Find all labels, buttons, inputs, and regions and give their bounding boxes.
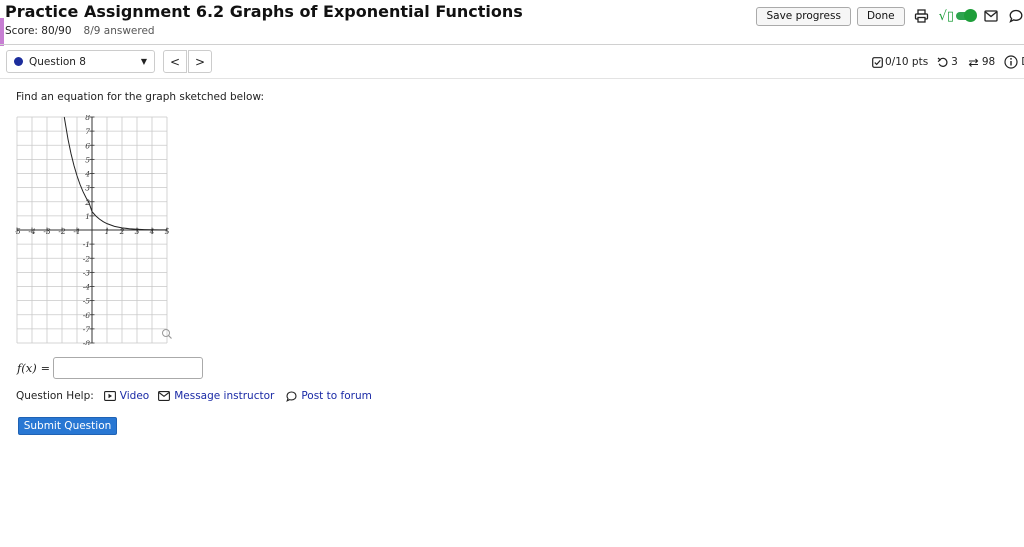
magnify-icon — [162, 329, 170, 337]
question-bar-divider — [0, 78, 1024, 79]
answered-count: 8/9 answered — [83, 25, 155, 37]
checkbox-icon — [872, 56, 883, 68]
video-icon — [103, 391, 116, 401]
submit-question-button[interactable]: Submit Question — [18, 417, 117, 435]
mail-icon[interactable] — [980, 6, 1002, 26]
y-tick-label: 3 — [85, 184, 90, 193]
page-title: Practice Assignment 6.2 Graphs of Expone… — [5, 2, 523, 21]
x-tick-label: -4 — [28, 227, 36, 236]
retries-count: 98 — [981, 56, 996, 68]
answer-input[interactable] — [52, 357, 203, 379]
question-select[interactable]: Question 8 ▼ — [6, 50, 155, 73]
score-text: Score: 80/90 — [5, 25, 72, 37]
y-tick-label: 8 — [85, 115, 90, 122]
retry-icon — [968, 58, 979, 67]
x-tick-label: 4 — [149, 227, 155, 236]
equals-sign: = — [40, 361, 50, 375]
points-group: 0/10 pts — [872, 56, 928, 68]
question-select-label: Question 8 — [29, 55, 86, 68]
details-button[interactable]: De — [1004, 55, 1024, 69]
accent-bar — [0, 18, 4, 46]
y-tick-label: 7 — [85, 127, 90, 136]
y-tick-label: 4 — [84, 170, 90, 179]
video-link-label: Video — [119, 390, 150, 402]
y-tick-label: -2 — [83, 254, 91, 263]
mail-icon — [158, 391, 171, 401]
video-link[interactable]: Video — [103, 390, 150, 402]
y-tick-label: -4 — [83, 283, 91, 292]
comment-icon[interactable] — [1008, 6, 1024, 26]
y-tick-label: 1 — [85, 212, 90, 221]
previous-question-button[interactable]: < — [163, 50, 187, 73]
x-tick-label: -2 — [58, 227, 66, 236]
save-progress-button[interactable]: Save progress — [756, 6, 851, 26]
post-to-forum-label: Post to forum — [301, 390, 372, 402]
y-tick-label: 5 — [85, 155, 90, 164]
print-icon[interactable] — [911, 6, 933, 26]
toggle-track — [956, 9, 977, 22]
square-root-icon: √▯ — [938, 8, 954, 24]
question-meta: 0/10 pts 3 98 De — [872, 55, 1024, 69]
question-help: Question Help: Video Message instructor … — [16, 390, 372, 402]
x-tick-label: 1 — [105, 227, 110, 236]
header-divider — [0, 44, 1024, 45]
done-button[interactable]: Done — [856, 6, 905, 26]
answer-label: f(x) — [17, 361, 37, 375]
x-tick-label: -1 — [73, 227, 80, 236]
comment-icon — [286, 390, 297, 402]
y-tick-label: -8 — [83, 339, 91, 345]
attempts-count: 3 — [951, 56, 958, 68]
question-prompt: Find an equation for the graph sketched … — [16, 91, 265, 103]
y-tick-label: -6 — [83, 311, 91, 320]
help-label: Question Help: — [16, 390, 94, 402]
question-status-dot — [14, 57, 23, 66]
exponential-graph: -5-4-3-2-11234587654321-1-2-3-4-5-6-7-8 — [15, 115, 172, 345]
x-tick-label: -5 — [15, 227, 21, 236]
retries-group: 98 — [967, 56, 995, 68]
points-text: 0/10 pts — [885, 56, 929, 68]
magnify-icon-handle — [168, 335, 172, 339]
y-tick-label: -7 — [83, 325, 91, 334]
message-instructor-link[interactable]: Message instructor — [158, 390, 274, 402]
undo-icon — [937, 57, 948, 67]
y-tick-label: -3 — [83, 268, 91, 277]
caret-down-icon: ▼ — [140, 57, 147, 66]
answer-row: f(x) = — [17, 357, 203, 379]
y-tick-label: -1 — [83, 240, 90, 249]
x-tick-label: 3 — [135, 227, 140, 236]
math-entry-toggle[interactable]: √▯ — [938, 8, 977, 24]
x-tick-label: -3 — [43, 227, 51, 236]
message-instructor-label: Message instructor — [174, 390, 275, 402]
attempts-group: 3 — [937, 56, 958, 68]
top-actions: Save progress Done √▯ — [756, 6, 1024, 26]
next-question-button[interactable]: > — [188, 50, 212, 73]
y-tick-label: 6 — [85, 141, 90, 150]
info-icon — [1004, 55, 1018, 69]
toggle-knob — [964, 9, 977, 22]
post-to-forum-link[interactable]: Post to forum — [286, 390, 372, 402]
score-line: Score: 80/90 8/9 answered — [5, 25, 155, 37]
y-tick-label: -5 — [83, 297, 91, 306]
x-tick-label: 5 — [165, 227, 170, 236]
